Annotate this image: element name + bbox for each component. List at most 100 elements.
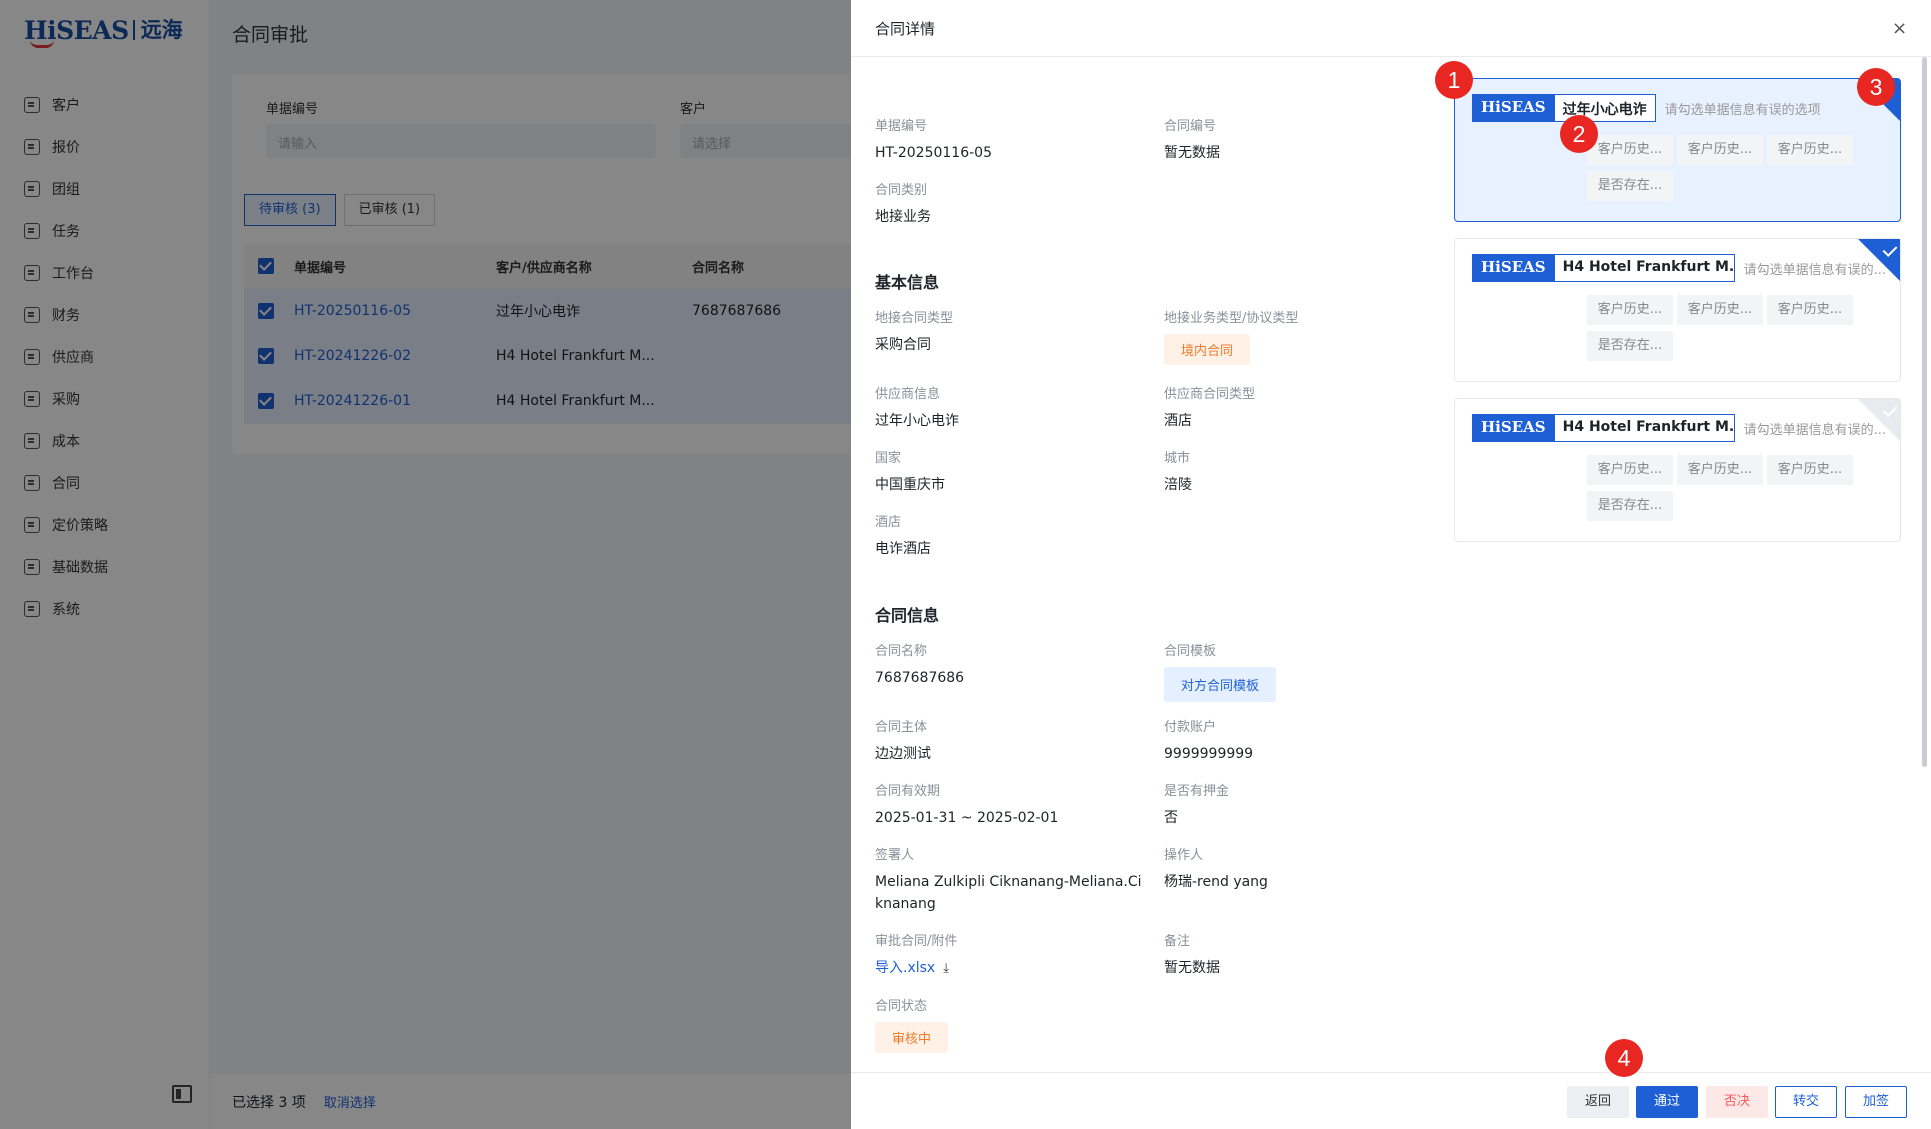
field-value: Meliana Zulkipli Ciknanang-Meliana.Cikna… — [875, 874, 1142, 912]
field-deposit: 是否有押金否 — [1164, 783, 1434, 829]
field-signer: 签署人 Meliana Zulkipli Ciknanang-Meliana.Ci… — [875, 847, 1145, 915]
field-remark: 备注 暂无数据 — [1164, 933, 1434, 979]
field-value: 酒店 — [1164, 413, 1192, 429]
field-biz-type: 地接业务类型/协议类型境内合同 — [1164, 310, 1434, 365]
field-value: 暂无数据 — [1164, 145, 1220, 161]
attachment-link[interactable]: 导入.xlsx — [875, 960, 935, 976]
reject-button[interactable]: 否决 — [1706, 1086, 1768, 1118]
card-options: 客户历史... 客户历史... 客户历史... 是否存在... — [1587, 295, 1887, 367]
field-operator: 操作人 杨瑞-rend yang — [1164, 847, 1434, 893]
field-ground-type: 地接合同类型 采购合同 — [875, 310, 1145, 356]
field-label: 是否有押金 — [1164, 784, 1230, 799]
card-header: HiSEAS 过年小心电诈 请勾选单据信息有误的选项 — [1472, 94, 1821, 122]
field-label: 合同状态 — [875, 999, 928, 1014]
close-icon[interactable]: × — [1892, 18, 1907, 39]
brand-logo: HiSEAS — [1472, 254, 1555, 282]
field-contract-name: 合同名称 7687687686 — [875, 643, 1145, 689]
field-label: 付款账户 — [1164, 720, 1217, 735]
field-label: 酒店 — [875, 515, 902, 530]
field-label: 合同主体 — [875, 720, 928, 735]
field-value: 中国重庆市 — [875, 477, 945, 493]
template-tag[interactable]: 对方合同模板 — [1164, 667, 1277, 702]
field-value: 电诈酒店 — [875, 541, 931, 557]
card-name: H4 Hotel Frankfurt M... — [1554, 414, 1735, 442]
option-chip[interactable]: 客户历史... — [1587, 295, 1673, 325]
field-label: 地接业务类型/协议类型 — [1164, 311, 1299, 326]
modal-overlay[interactable] — [0, 0, 851, 1129]
field-contract-no: 合同编号 暂无数据 — [1164, 118, 1434, 164]
field-label: 合同类别 — [875, 183, 928, 198]
drawer-footer: 返回 通过 否决 转交 加签 — [851, 1072, 1931, 1129]
field-value: 9999999999 — [1164, 746, 1254, 762]
download-icon[interactable]: ⤓ — [943, 958, 949, 980]
option-chip[interactable]: 客户历史... — [1677, 295, 1763, 325]
field-label: 签署人 — [875, 848, 915, 863]
card-options: 客户历史... 客户历史... 客户历史... 是否存在... — [1587, 455, 1887, 527]
biz-type-tag: 境内合同 — [1164, 334, 1251, 365]
field-label: 合同模板 — [1164, 644, 1217, 659]
scrollbar[interactable] — [1922, 57, 1927, 767]
option-chip[interactable]: 是否存在... — [1587, 171, 1673, 201]
field-label: 国家 — [875, 451, 902, 466]
review-card[interactable]: HiSEAS H4 Hotel Frankfurt M... 请勾选单据信息有误… — [1454, 238, 1901, 382]
field-label: 供应商信息 — [875, 387, 941, 402]
field-label: 供应商合同类型 — [1164, 387, 1256, 402]
card-options: 客户历史... 客户历史... 客户历史... 是否存在... — [1587, 135, 1887, 207]
option-chip[interactable]: 客户历史... — [1677, 455, 1763, 485]
option-chip[interactable]: 客户历史... — [1587, 455, 1673, 485]
app: HiSEAS 远海 客户 报价 团组 任务 工作台 财务 供应商 采购 成本 合… — [0, 0, 1931, 1129]
review-card[interactable]: HiSEAS H4 Hotel Frankfurt M... 请勾选单据信息有误… — [1454, 398, 1901, 542]
field-city: 城市 涪陵 — [1164, 450, 1434, 496]
field-label: 城市 — [1164, 451, 1191, 466]
field-label: 备注 — [1164, 934, 1191, 949]
field-label: 地接合同类型 — [875, 311, 954, 326]
field-value: 过年小心电诈 — [875, 413, 959, 429]
section-basic-title: 基本信息 — [875, 273, 940, 292]
field-value: 地接业务 — [875, 209, 931, 225]
field-doc-no: 单据编号 HT-20250116-05 — [875, 118, 1145, 164]
option-chip[interactable]: 是否存在... — [1587, 331, 1673, 361]
field-value: 2025-01-31 ~ 2025-02-01 — [875, 810, 1059, 826]
option-chip[interactable]: 客户历史... — [1767, 455, 1853, 485]
drawer-title: 合同详情 — [875, 20, 936, 38]
field-value: 否 — [1164, 810, 1178, 826]
field-status: 合同状态 审核中 — [875, 998, 1145, 1053]
countersign-button[interactable]: 加签 — [1845, 1086, 1907, 1118]
option-chip[interactable]: 客户历史... — [1587, 135, 1673, 165]
field-account: 付款账户 9999999999 — [1164, 719, 1434, 765]
contract-detail-drawer: 合同详情 × 单据编号 HT-20250116-05 合同编号 暂无数据 合同类别地… — [851, 0, 1931, 1129]
section-contract-title: 合同信息 — [875, 606, 940, 625]
field-label: 单据编号 — [875, 119, 928, 134]
card-hint: 请勾选单据信息有误的选项 — [1664, 102, 1821, 118]
status-badge: 审核中 — [875, 1022, 949, 1053]
checked-corner — [1858, 239, 1900, 281]
option-chip[interactable]: 是否存在... — [1587, 491, 1673, 521]
approve-button[interactable]: 通过 — [1636, 1086, 1698, 1118]
field-value: HT-20250116-05 — [875, 145, 992, 161]
field-supplier-type: 供应商合同类型 酒店 — [1164, 386, 1434, 432]
annotation-badge: 2 — [1560, 115, 1598, 153]
annotation-badge: 3 — [1857, 68, 1895, 106]
option-chip[interactable]: 客户历史... — [1767, 295, 1853, 325]
field-attachment: 审批合同/附件 导入.xlsx ⤓ — [875, 933, 1145, 980]
field-country: 国家 中国重庆市 — [875, 450, 1145, 496]
field-template: 合同模板对方合同模板 — [1164, 643, 1434, 702]
review-card[interactable]: HiSEAS 过年小心电诈 请勾选单据信息有误的选项 客户历史... 客户历史.… — [1454, 78, 1901, 222]
check-icon — [1882, 402, 1898, 417]
unchecked-corner — [1858, 399, 1900, 441]
back-button[interactable]: 返回 — [1567, 1086, 1629, 1118]
card-header: HiSEAS H4 Hotel Frankfurt M... 请勾选单据信息有误… — [1472, 414, 1886, 442]
annotation-badge: 1 — [1435, 61, 1473, 99]
field-category: 合同类别 地接业务 — [875, 182, 1145, 228]
transfer-button[interactable]: 转交 — [1775, 1086, 1837, 1118]
field-value: 7687687686 — [875, 670, 965, 686]
field-supplier: 供应商信息过年小心电诈 — [875, 386, 1145, 432]
field-label: 合同名称 — [875, 644, 928, 659]
option-chip[interactable]: 客户历史... — [1677, 135, 1763, 165]
option-chip[interactable]: 客户历史... — [1767, 135, 1853, 165]
field-value: 边边测试 — [875, 746, 931, 762]
field-label: 合同有效期 — [875, 784, 941, 799]
annotation-badge: 4 — [1605, 1039, 1643, 1077]
drawer-header: 合同详情 × — [851, 0, 1931, 57]
field-value: 杨瑞-rend yang — [1164, 874, 1268, 890]
